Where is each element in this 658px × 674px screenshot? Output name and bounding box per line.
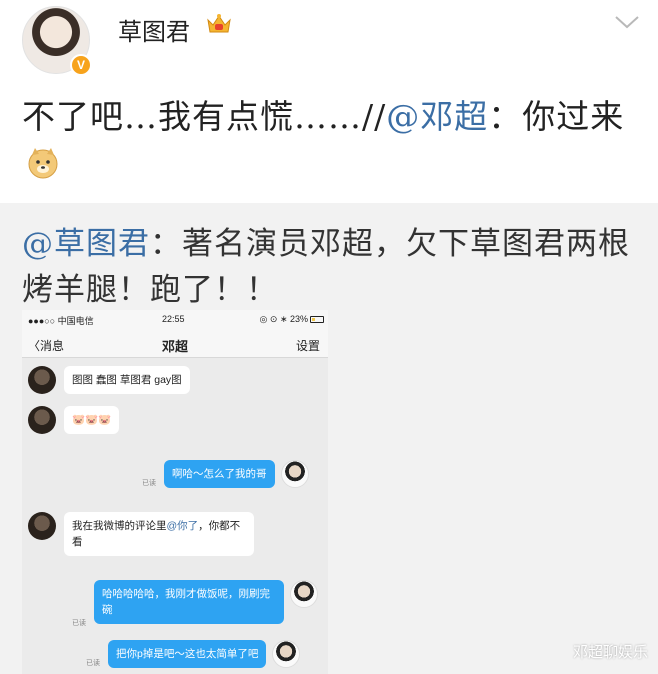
chat-title: 邓超 <box>161 339 188 354</box>
my-avatar <box>272 640 301 668</box>
post-header: V 草图君 <box>0 0 658 86</box>
chevron-down-icon[interactable] <box>612 12 642 32</box>
repost-mention-link[interactable]: @草图君 <box>22 226 150 262</box>
sender-avatar <box>28 512 56 540</box>
my-avatar <box>290 580 318 608</box>
phone-nav-bar: 〈消息 邓超 设置 <box>22 330 328 358</box>
chat-screenshot-image[interactable]: ●●●○○ 中国电信 22:55 ◎ ⊙ ∗ 23% 〈消息 邓超 设置 图图 … <box>22 310 328 674</box>
post-text: 不了吧…我有点慌……//@邓超：你过来 <box>22 94 642 186</box>
verified-badge: V <box>70 54 92 76</box>
chat-message-out: 把你p掉是吧～这也太简单了吧 已读 <box>86 640 301 668</box>
post-text-part2: ：你过来 <box>488 97 625 136</box>
phone-status-bar: ●●●○○ 中国电信 22:55 ◎ ⊙ ∗ 23% <box>22 310 328 330</box>
message-bubble: 我在我微博的评论里@你了，你都不看 <box>64 512 254 556</box>
status-carrier: ●●●○○ 中国电信 <box>28 316 94 326</box>
read-receipt: 已读 <box>142 480 156 487</box>
watermark-text: 邓超聊娱乐 <box>572 643 648 661</box>
sender-avatar <box>28 406 56 434</box>
chat-message-in: 图图 蠢图 草图君 gay图 <box>28 366 190 394</box>
read-receipt: 已读 <box>86 660 100 667</box>
post-text-part1: 不了吧…我有点慌……// <box>22 97 387 136</box>
message-bubble: 啊哈～怎么了我的哥 <box>164 460 275 488</box>
message-bubble: 哈哈哈哈哈，我刚才做饭呢，刚刷完碗 <box>94 580 284 624</box>
sender-avatar <box>28 366 56 394</box>
username[interactable]: 草图君 <box>118 12 190 47</box>
status-battery-text: ◎ ⊙ ∗ 23% <box>259 314 308 324</box>
repost-text: @草图君：著名演员邓超，欠下草图君两根烤羊腿！跑了！！ <box>22 221 642 313</box>
chat-message-in: 我在我微博的评论里@你了，你都不看 <box>28 512 254 556</box>
chat-message-out: 啊哈～怎么了我的哥 已读 <box>142 460 309 488</box>
message-bubble: 把你p掉是吧～这也太简单了吧 <box>108 640 267 668</box>
my-avatar <box>280 460 309 488</box>
message-text: 我在我微博的评论里 <box>72 520 167 532</box>
user-avatar[interactable]: V <box>22 6 94 78</box>
status-time: 22:55 <box>162 314 185 324</box>
read-receipt: 已读 <box>72 620 86 627</box>
chat-message-in: 🐷🐷🐷 <box>28 406 120 434</box>
doge-emoji-icon <box>28 148 58 179</box>
message-bubble: 图图 蠢图 草图君 gay图 <box>64 366 190 394</box>
crown-icon <box>207 14 231 33</box>
battery-icon <box>310 316 324 323</box>
message-mention: @你了 <box>166 520 199 532</box>
message-bubble: 🐷🐷🐷 <box>64 406 120 434</box>
settings-button: 设置 <box>295 339 320 353</box>
chat-message-out: 哈哈哈哈哈，我刚才做饭呢，刚刷完碗 已读 <box>72 580 318 627</box>
repost-block[interactable]: @草图君：著名演员邓超，欠下草图君两根烤羊腿！跑了！！ ●●●○○ 中国电信 2… <box>0 203 658 674</box>
mention-link[interactable]: @邓超 <box>386 97 488 136</box>
